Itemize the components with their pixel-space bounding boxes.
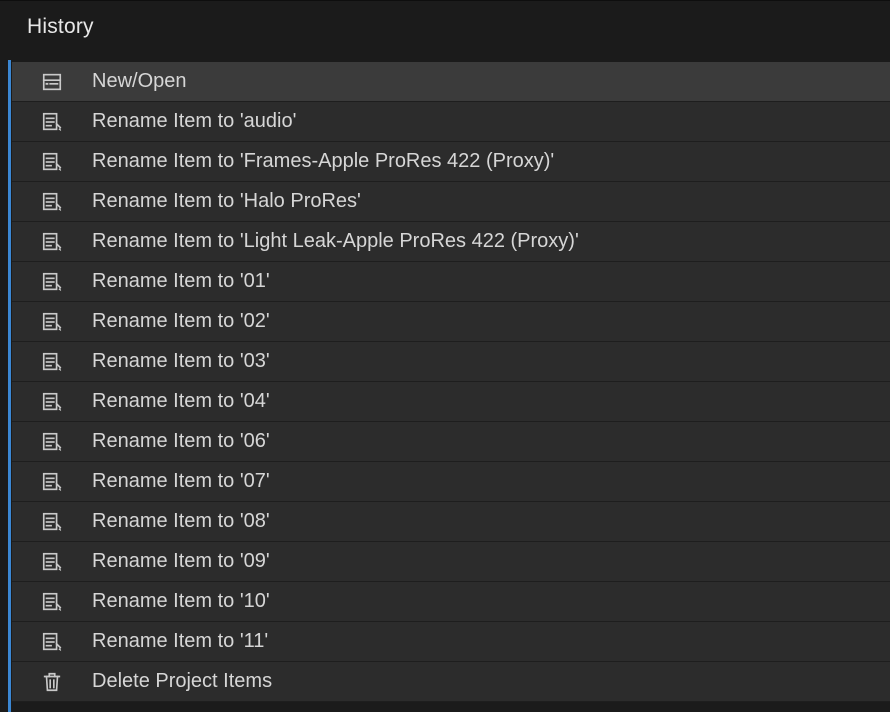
history-panel: History New/Open bbox=[0, 0, 890, 712]
history-item-label: Rename Item to '02' bbox=[92, 310, 270, 333]
history-item[interactable]: Rename Item to '02' bbox=[12, 302, 890, 342]
history-item[interactable]: Rename Item to '06' bbox=[12, 422, 890, 462]
new-open-icon bbox=[12, 71, 92, 93]
rename-icon bbox=[12, 351, 92, 373]
history-item-label: Delete Project Items bbox=[92, 670, 272, 693]
rename-icon bbox=[12, 111, 92, 133]
history-item[interactable]: Rename Item to 'audio' bbox=[12, 102, 890, 142]
rename-icon bbox=[12, 431, 92, 453]
panel-title: History bbox=[27, 15, 94, 39]
history-item[interactable]: New/Open bbox=[12, 62, 890, 102]
history-item[interactable]: Rename Item to '01' bbox=[12, 262, 890, 302]
history-item-label: Rename Item to 'audio' bbox=[92, 110, 296, 133]
history-item[interactable]: Rename Item to '09' bbox=[12, 542, 890, 582]
history-item-label: Rename Item to '10' bbox=[92, 590, 270, 613]
history-item-label: Rename Item to 'Frames-Apple ProRes 422 … bbox=[92, 150, 554, 173]
history-item-label: Rename Item to 'Halo ProRes' bbox=[92, 190, 361, 213]
history-item[interactable]: Rename Item to '11' bbox=[12, 622, 890, 662]
history-item-label: Rename Item to '08' bbox=[92, 510, 270, 533]
history-item[interactable]: Rename Item to '04' bbox=[12, 382, 890, 422]
history-item-label: Rename Item to '06' bbox=[92, 430, 270, 453]
history-item[interactable]: Rename Item to '08' bbox=[12, 502, 890, 542]
history-item-label: Rename Item to '07' bbox=[92, 470, 270, 493]
history-item[interactable]: Rename Item to 'Halo ProRes' bbox=[12, 182, 890, 222]
rename-icon bbox=[12, 271, 92, 293]
rename-icon bbox=[12, 631, 92, 653]
history-item[interactable]: Rename Item to 'Frames-Apple ProRes 422 … bbox=[12, 142, 890, 182]
rename-icon bbox=[12, 151, 92, 173]
rename-icon bbox=[12, 191, 92, 213]
history-indicator-stripe bbox=[8, 60, 11, 712]
rename-icon bbox=[12, 471, 92, 493]
rename-icon bbox=[12, 311, 92, 333]
rename-icon bbox=[12, 591, 92, 613]
rename-icon bbox=[12, 391, 92, 413]
history-item[interactable]: Rename Item to '03' bbox=[12, 342, 890, 382]
history-item-label: Rename Item to '04' bbox=[92, 390, 270, 413]
history-scroll-area: New/Open Rename Item to 'audio' bbox=[8, 60, 890, 712]
rename-icon bbox=[12, 231, 92, 253]
trash-icon bbox=[12, 671, 92, 693]
history-item[interactable]: Delete Project Items bbox=[12, 662, 890, 702]
history-item[interactable]: Rename Item to '10' bbox=[12, 582, 890, 622]
history-item-label: Rename Item to 'Light Leak-Apple ProRes … bbox=[92, 230, 579, 253]
history-item-label: Rename Item to '11' bbox=[92, 630, 268, 653]
history-item-label: New/Open bbox=[92, 70, 187, 93]
history-list: New/Open Rename Item to 'audio' bbox=[12, 62, 890, 712]
history-item-label: Rename Item to '03' bbox=[92, 350, 270, 373]
rename-icon bbox=[12, 551, 92, 573]
rename-icon bbox=[12, 511, 92, 533]
history-item-label: Rename Item to '09' bbox=[92, 550, 270, 573]
history-item[interactable]: Rename Item to '07' bbox=[12, 462, 890, 502]
history-item-label: Rename Item to '01' bbox=[92, 270, 270, 293]
history-item[interactable]: Rename Item to 'Light Leak-Apple ProRes … bbox=[12, 222, 890, 262]
